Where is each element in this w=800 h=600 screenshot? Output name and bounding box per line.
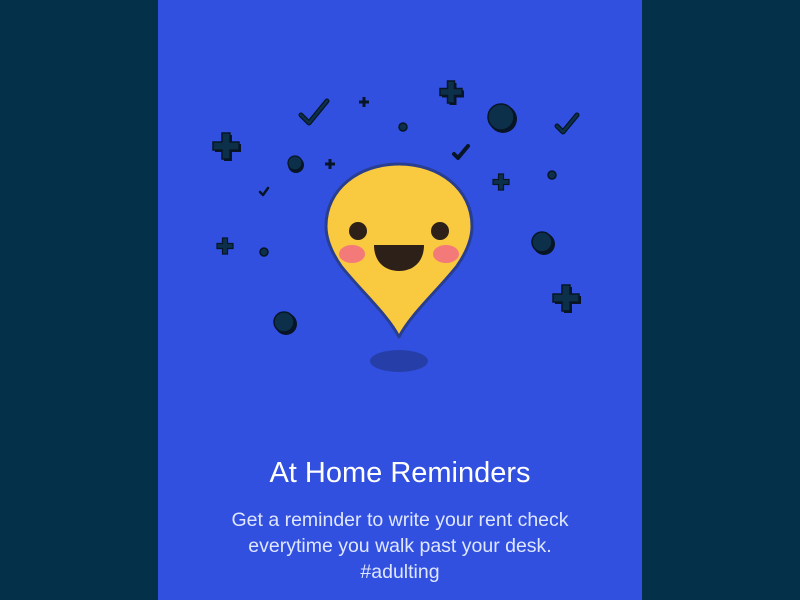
check-icon (298, 98, 330, 126)
right-cheek (433, 245, 459, 263)
dot-icon (287, 155, 304, 173)
left-eye (349, 222, 367, 240)
card-title: At Home Reminders (269, 457, 531, 489)
plus-icon (325, 159, 335, 169)
pin-shadow (370, 350, 428, 372)
plus-icon (212, 132, 241, 161)
smiling-location-pin (324, 162, 474, 339)
plus-icon (552, 284, 581, 313)
plus-icon (216, 237, 234, 255)
dot-icon (273, 311, 297, 335)
check-icon (452, 144, 470, 160)
check-icon (554, 112, 580, 135)
dot-icon (531, 231, 555, 255)
dot-icon (259, 247, 269, 257)
right-eye (431, 222, 449, 240)
check-icon (258, 186, 270, 197)
dot-icon (398, 122, 408, 132)
dot-icon (487, 103, 517, 133)
description-line: everytime you walk past your desk. (248, 535, 552, 557)
onboarding-card: At Home Reminders Get a reminder to writ… (158, 0, 642, 600)
dot-icon (547, 170, 557, 180)
card-description: Get a reminder to write your rent check … (158, 507, 642, 585)
illustration (212, 80, 581, 372)
description-line: Get a reminder to write your rent check (231, 509, 569, 531)
plus-icon (439, 80, 464, 105)
hashtag: #adulting (360, 561, 440, 583)
app-background: At Home Reminders Get a reminder to writ… (0, 0, 800, 600)
plus-icon (359, 97, 369, 107)
left-cheek (339, 245, 365, 263)
plus-icon (492, 173, 510, 191)
